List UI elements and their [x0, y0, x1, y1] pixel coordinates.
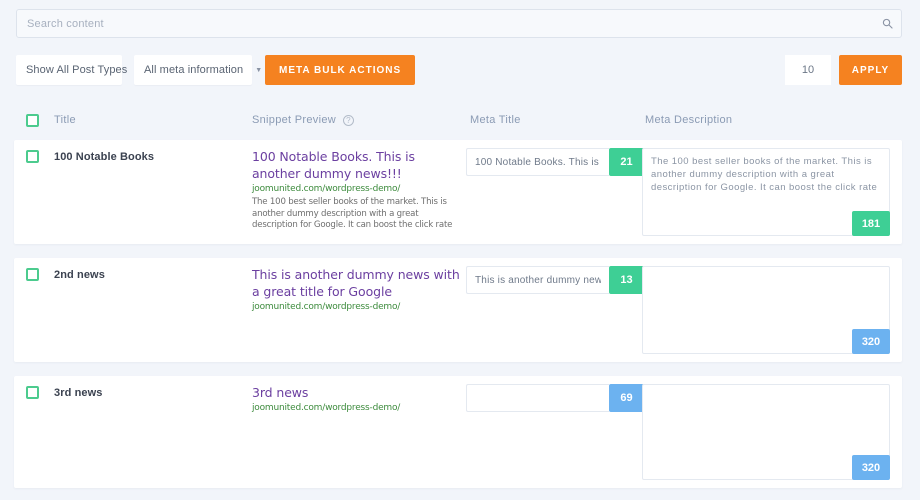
row-title-cell: 2nd news: [26, 268, 105, 281]
meta-description-char-count: 181: [852, 211, 890, 236]
table-header: Title Snippet Preview ? Meta Title Meta …: [0, 104, 920, 136]
snippet-url: joomunited.com/wordpress-demo/: [252, 302, 464, 312]
header-meta-description-label: Meta Description: [645, 114, 732, 126]
snippet-preview-cell: This is another dummy news with a great …: [252, 266, 464, 315]
row-title-text: 3rd news: [54, 387, 103, 399]
meta-information-select-value: All meta information: [144, 64, 243, 76]
header-meta-title-label: Meta Title: [470, 114, 521, 126]
meta-information-select[interactable]: All meta information ▼: [134, 55, 252, 85]
meta-description-text: The 100 best seller books of the market.…: [651, 155, 881, 194]
meta-title-char-count: 21: [609, 148, 644, 176]
meta-title-cell: 69: [466, 384, 644, 412]
select-all-checkbox[interactable]: [26, 114, 39, 127]
row-checkbox[interactable]: [26, 268, 39, 281]
row-title-text: 100 Notable Books: [54, 151, 154, 163]
header-meta-description-cell: Meta Description: [645, 114, 732, 126]
search-icon[interactable]: [873, 18, 901, 29]
snippet-preview-cell: 3rd news joomunited.com/wordpress-demo/: [252, 384, 464, 416]
row-checkbox[interactable]: [26, 386, 39, 399]
meta-title-input[interactable]: [466, 266, 609, 294]
header-title-cell: Title: [26, 114, 76, 127]
table-row: 2nd news This is another dummy news with…: [14, 258, 902, 362]
meta-title-cell: 21: [466, 148, 644, 176]
meta-description-cell[interactable]: 320: [642, 266, 890, 354]
search-input[interactable]: [17, 18, 873, 30]
help-circle-icon[interactable]: ?: [343, 115, 354, 126]
search-bar[interactable]: [16, 9, 902, 38]
meta-title-char-count: 69: [609, 384, 644, 412]
snippet-description: The 100 best seller books of the market.…: [252, 197, 464, 232]
meta-description-cell[interactable]: The 100 best seller books of the market.…: [642, 148, 890, 236]
header-snippet-label: Snippet Preview: [252, 114, 336, 126]
row-title-text: 2nd news: [54, 269, 105, 281]
items-per-page-input[interactable]: [785, 55, 831, 85]
header-title-label: Title: [54, 114, 76, 126]
row-title-cell: 100 Notable Books: [26, 150, 154, 163]
table-row: 100 Notable Books 100 Notable Books. Thi…: [14, 140, 902, 244]
meta-title-cell: 13: [466, 266, 644, 294]
meta-description-char-count: 320: [852, 329, 890, 354]
meta-title-char-count: 13: [609, 266, 644, 294]
meta-title-input[interactable]: [466, 384, 609, 412]
table-row: 3rd news 3rd news joomunited.com/wordpre…: [14, 376, 902, 488]
meta-bulk-actions-button[interactable]: META BULK ACTIONS: [265, 55, 415, 85]
header-snippet-cell: Snippet Preview ?: [252, 114, 354, 126]
apply-button[interactable]: APPLY: [839, 55, 902, 85]
meta-description-char-count: 320: [852, 455, 890, 480]
filters-toolbar: Show All Post Types ▼ All meta informati…: [16, 55, 902, 85]
seo-bulk-editor-page: Show All Post Types ▼ All meta informati…: [0, 0, 920, 500]
snippet-title: 3rd news: [252, 384, 464, 401]
post-type-select[interactable]: Show All Post Types ▼: [16, 55, 122, 85]
post-type-select-value: Show All Post Types: [26, 64, 127, 76]
chevron-down-icon: ▼: [243, 67, 262, 74]
snippet-title: This is another dummy news with a great …: [252, 266, 464, 300]
meta-description-cell[interactable]: 320: [642, 384, 890, 480]
header-meta-title-cell: Meta Title: [470, 114, 521, 126]
row-checkbox[interactable]: [26, 150, 39, 163]
snippet-url: joomunited.com/wordpress-demo/: [252, 403, 464, 413]
meta-title-input[interactable]: [466, 148, 609, 176]
row-title-cell: 3rd news: [26, 386, 103, 399]
snippet-title: 100 Notable Books. This is another dummy…: [252, 148, 464, 182]
snippet-url: joomunited.com/wordpress-demo/: [252, 184, 464, 194]
snippet-preview-cell: 100 Notable Books. This is another dummy…: [252, 148, 464, 232]
